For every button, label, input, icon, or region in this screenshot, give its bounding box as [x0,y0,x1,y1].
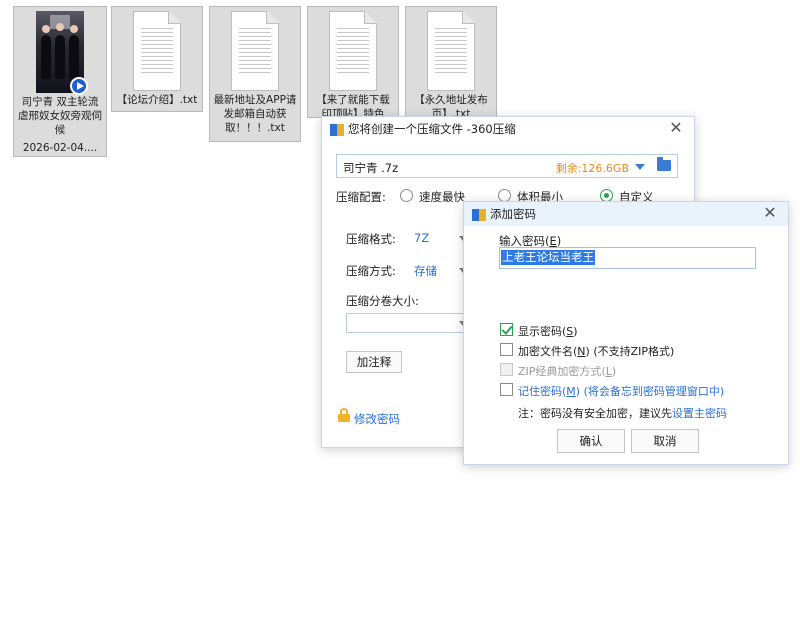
confirm-button[interactable]: 确认 [557,429,625,453]
360zip-icon [330,122,344,136]
encrypt-filenames-checkbox[interactable] [500,343,513,356]
zip-classic-label: ZIP经典加密方式(L) [518,365,617,378]
file-latest-address[interactable]: 最新地址及APP请发邮箱自动获取！！！.txt [209,6,301,142]
encrypt-filenames-label[interactable]: 加密文件名(N) (不支持ZIP格式) [518,343,674,359]
file-download[interactable]: 【来了就能下载 印顶贴】特色 [307,6,399,120]
security-note: 注：密码没有安全加密，建议先设置主密码 [518,407,727,420]
cancel-button[interactable]: 取消 [631,429,699,453]
add-comment-button[interactable]: 加注释 [346,351,402,373]
password-input[interactable]: 上老王论坛当老王 [499,247,756,269]
close-icon[interactable]: ✕ [762,205,778,221]
file-name: 司宁青 双主轮流虐邢奴女奴旁观伺候 [18,96,102,136]
change-password-link[interactable]: 修改密码 [354,411,400,427]
remember-password-label[interactable]: 记住密码(M) (将会备忘到密码管理窗口中) [518,383,724,399]
file-name: 最新地址及APP请发邮箱自动获取！！！.txt [213,94,297,134]
chevron-down-icon[interactable] [635,164,645,170]
password-titlebar: 添加密码 ✕ [464,202,788,226]
file-name: 【论坛介绍】.txt [116,94,198,106]
show-password-checkbox[interactable] [500,323,513,336]
360zip-icon [472,207,486,221]
radio-fastest[interactable] [400,189,413,202]
file-forum-intro[interactable]: 【论坛介绍】.txt [111,6,203,112]
video-player-icon [70,77,88,95]
folder-icon[interactable] [657,157,671,171]
file-date: 2026-02-04.... [22,142,98,154]
file-video[interactable]: 司宁青 双主轮流虐邢奴女奴旁观伺候 2026-02-04.... [13,6,107,157]
archive-path-field[interactable]: 司宁青 .7z 剩余:126.6GB [336,154,678,178]
archive-filename[interactable]: 司宁青 .7z [343,160,398,176]
lock-icon [338,408,350,422]
password-title: 添加密码 [490,207,536,221]
text-file-icon [329,11,377,91]
show-password-label[interactable]: 显示密码(S) [518,323,578,339]
split-size-select[interactable] [346,313,476,333]
video-thumbnail [36,11,88,95]
radio-fastest-label[interactable]: 速度最快 [419,189,465,205]
method-label: 压缩方式: [346,264,396,278]
text-file-icon [427,11,475,91]
password-dialog: 添加密码 ✕ 输入密码(E) 上老王论坛当老王 显示密码(S) 加密文件名(N)… [463,201,789,465]
method-select[interactable]: 存储 [414,263,437,279]
zip-classic-checkbox [500,363,513,376]
remember-password-checkbox[interactable] [500,383,513,396]
config-label: 压缩配置: [336,190,386,204]
compress-title: 您将创建一个压缩文件 -360压缩 [348,122,516,136]
compress-titlebar: 您将创建一个压缩文件 -360压缩 ✕ [322,117,694,141]
text-file-icon [231,11,279,91]
format-select[interactable]: 7Z [414,231,429,245]
set-master-password-link[interactable]: 设置主密码 [672,407,727,420]
file-permanent-address[interactable]: 【永久地址发布 页】.txt [405,6,497,120]
free-space: 剩余:126.6GB [555,162,629,175]
text-file-icon [133,11,181,91]
close-icon[interactable]: ✕ [668,120,684,136]
format-label: 压缩格式: [346,232,396,246]
split-label: 压缩分卷大小: [346,294,419,308]
password-value[interactable]: 上老王论坛当老王 [501,250,595,265]
